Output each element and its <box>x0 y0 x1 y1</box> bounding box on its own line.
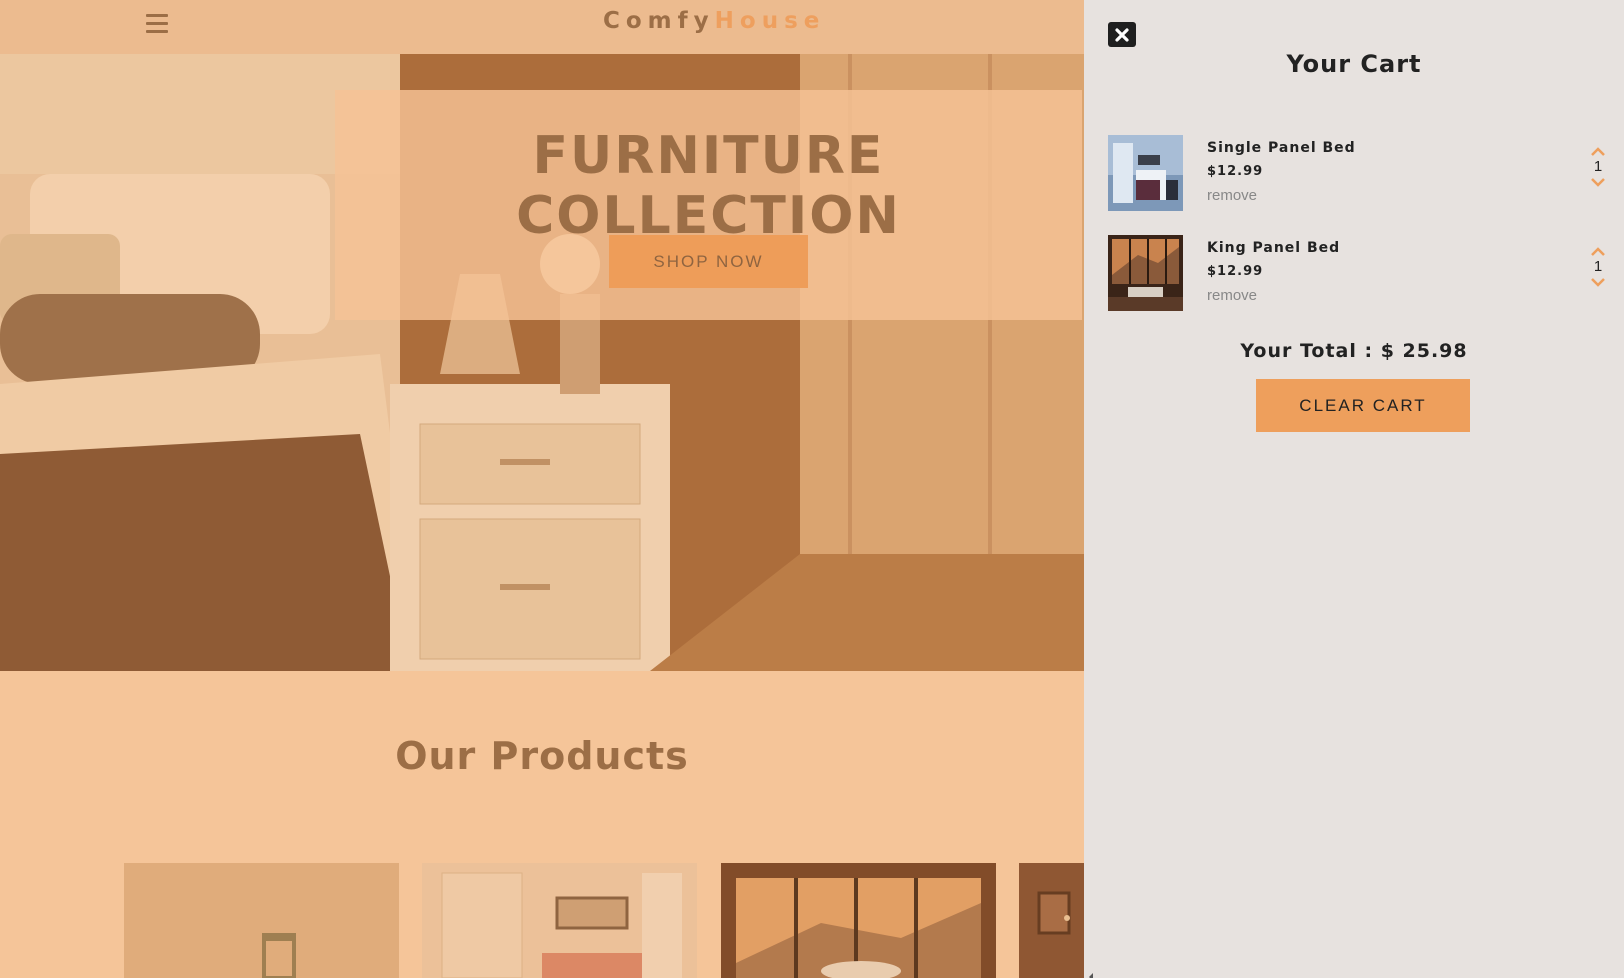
product-image <box>124 863 399 978</box>
cart-item-price: $12.99 <box>1207 164 1264 179</box>
product-card[interactable] <box>1019 863 1084 978</box>
products-title: Our Products <box>395 734 689 778</box>
cart-item-info: Single Panel Bed $12.99 remove <box>1207 140 1356 204</box>
hero-title: FURNITURE COLLECTION <box>516 126 901 246</box>
scroll-left-icon[interactable] <box>1086 968 1096 978</box>
product-image <box>721 863 996 978</box>
product-image <box>422 863 697 978</box>
clear-cart-button[interactable]: CLEAR CART <box>1256 379 1470 432</box>
chevron-down-icon[interactable] <box>1584 175 1612 189</box>
cart-title: Your Cart <box>1286 50 1422 78</box>
logo-part-comfy: Comfy <box>603 8 715 34</box>
cart-item-price: $12.99 <box>1207 264 1264 279</box>
remove-item-link[interactable]: remove <box>1207 187 1356 204</box>
logo-part-house: House <box>714 8 826 34</box>
navbar: ComfyHouse <box>0 0 1084 54</box>
cart-item-name: Single Panel Bed <box>1207 140 1356 156</box>
cart-item-info: King Panel Bed $12.99 remove <box>1207 240 1340 304</box>
product-card[interactable] <box>422 863 697 978</box>
cart-total: Your Total : $ 25.98 <box>1240 340 1468 362</box>
cart-item: Single Panel Bed $12.99 remove 1 <box>1108 135 1618 211</box>
cart-item-image <box>1108 135 1183 211</box>
quantity-stepper: 1 <box>1584 145 1612 189</box>
remove-item-link[interactable]: remove <box>1207 287 1340 304</box>
product-image <box>1019 863 1084 978</box>
chevron-down-icon[interactable] <box>1584 275 1612 289</box>
hamburger-icon[interactable] <box>146 14 168 36</box>
hero-banner: FURNITURE COLLECTION SHOP NOW <box>335 90 1082 320</box>
quantity-value: 1 <box>1593 258 1603 275</box>
cart-item-image <box>1108 235 1183 311</box>
close-icon[interactable] <box>1108 22 1136 47</box>
cart-item: King Panel Bed $12.99 remove 1 <box>1108 235 1618 311</box>
quantity-stepper: 1 <box>1584 245 1612 289</box>
chevron-up-icon[interactable] <box>1584 245 1612 259</box>
logo[interactable]: ComfyHouse <box>603 8 825 34</box>
cart-panel: Your Cart Single Panel Bed $12.99 remove… <box>1084 0 1624 978</box>
chevron-up-icon[interactable] <box>1584 145 1612 159</box>
product-card[interactable] <box>721 863 996 978</box>
quantity-value: 1 <box>1593 158 1603 175</box>
hero-section: FURNITURE COLLECTION SHOP NOW <box>0 54 1084 671</box>
product-card[interactable] <box>124 863 399 978</box>
cart-item-name: King Panel Bed <box>1207 240 1341 256</box>
shop-now-button[interactable]: SHOP NOW <box>609 235 808 288</box>
